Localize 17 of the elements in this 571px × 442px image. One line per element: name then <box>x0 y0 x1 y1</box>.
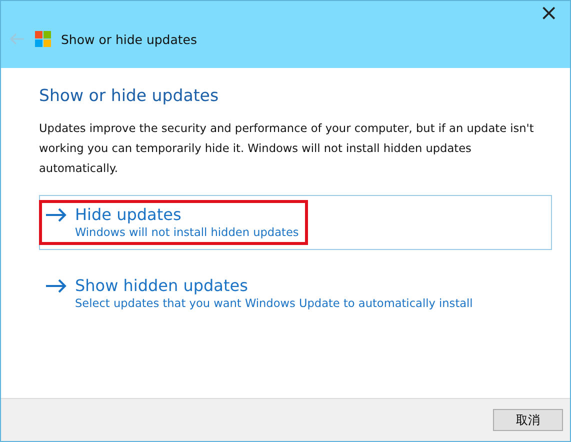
windows-logo-icon <box>35 31 51 47</box>
option-subtitle: Windows will not install hidden updates <box>75 226 299 239</box>
option-title: Show hidden updates <box>75 276 248 295</box>
arrow-icon <box>45 278 67 292</box>
page-heading: Show or hide updates <box>39 86 220 105</box>
selected-option-panel[interactable]: Hide updates Windows will not install hidden updates <box>39 195 552 250</box>
option-link[interactable]: Show hidden updates <box>45 276 473 295</box>
cancel-button[interactable]: 取消 <box>493 409 563 431</box>
window-title: Show or hide updates <box>61 32 198 46</box>
option-title: Hide updates <box>75 205 182 224</box>
option-panel[interactable]: Show hidden updates Select updates that you want Windows Update to automatically install <box>39 266 552 321</box>
description-text: Updates improve the security and performance of your computer, but if an update isn't working you can temporarily hide it. Windows will not install hidden updates automatically. <box>39 121 535 177</box>
option-subtitle: Select updates that you want Windows Update to automatically install <box>75 297 473 310</box>
option-link[interactable]: Hide updates <box>45 205 299 224</box>
back-arrow-icon[interactable] <box>9 33 25 45</box>
arrow-icon <box>45 208 67 222</box>
close-button[interactable]: × <box>536 3 562 25</box>
